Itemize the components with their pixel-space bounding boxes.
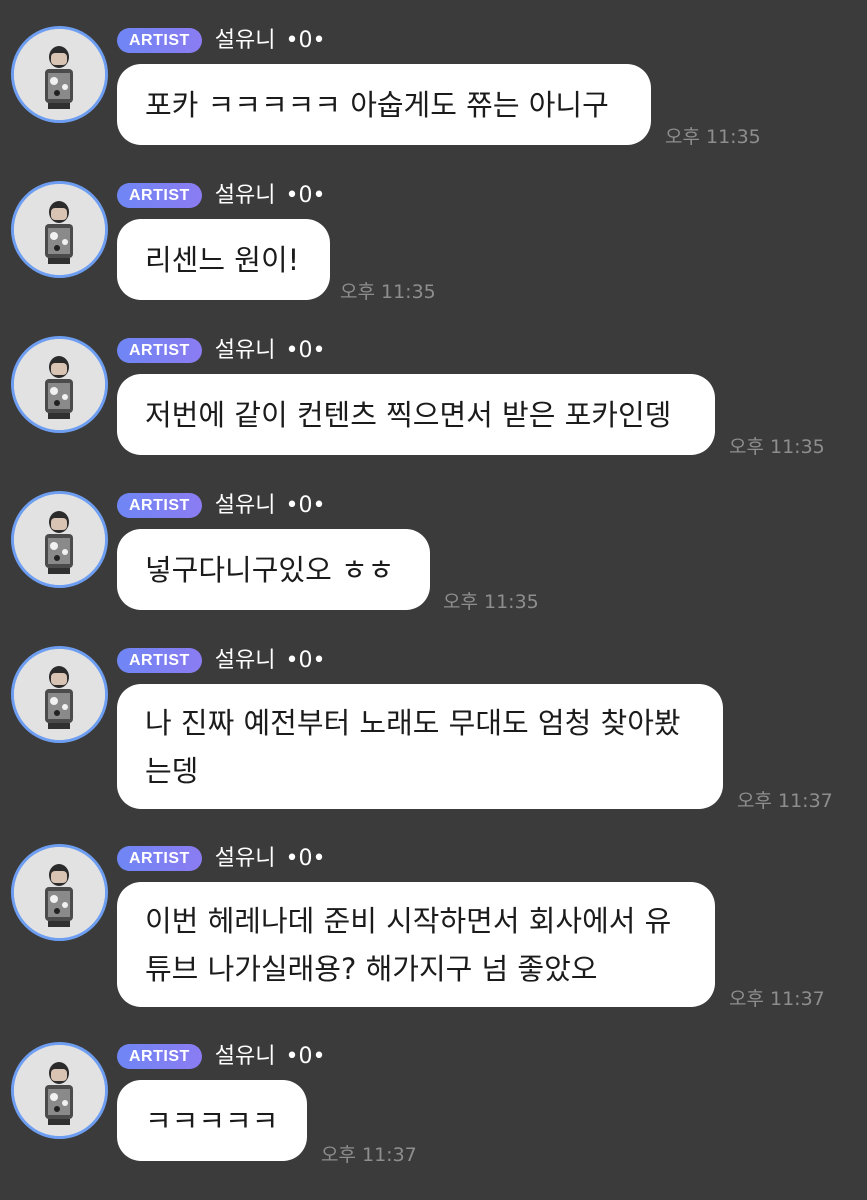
chat-message-list[interactable]: ARTIST 설유니 •0• 포카 ㅋㅋㅋㅋㅋ 아숩게도 쮸는 아니구 오후 1…	[0, 0, 867, 1200]
message-time: 오후 11:35	[729, 436, 825, 458]
message-bubble[interactable]: 나 진짜 예전부터 노래도 무대도 엄청 찾아봤 는뎅	[117, 684, 723, 809]
message-bubble[interactable]: ㅋㅋㅋㅋㅋ	[117, 1080, 307, 1161]
message-time: 오후 11:35	[665, 126, 761, 148]
artist-badge: ARTIST	[117, 338, 202, 363]
message-bubble[interactable]: 넣구다니구있오 ㅎㅎ	[117, 529, 430, 610]
sender-status: •0•	[285, 183, 326, 208]
sender-name[interactable]: 설유니	[215, 336, 276, 365]
message-text-line: 는뎅	[145, 753, 199, 788]
artist-badge: ARTIST	[117, 183, 202, 208]
sender-name[interactable]: 설유니	[215, 491, 276, 520]
sender-status: •0•	[285, 1044, 326, 1069]
message-text: 넣구다니구있오 ㅎㅎ	[145, 552, 395, 587]
message-time: 오후 11:37	[737, 790, 833, 812]
avatar-photo-icon	[14, 1045, 105, 1136]
message-bubble[interactable]: 리센느 원이!	[117, 219, 330, 300]
sender-status: •0•	[285, 846, 326, 871]
message-header: ARTIST 설유니 •0•	[117, 26, 325, 55]
avatar[interactable]	[11, 336, 108, 433]
sender-status: •0•	[285, 28, 326, 53]
message-header: ARTIST 설유니 •0•	[117, 646, 325, 675]
artist-badge: ARTIST	[117, 1044, 202, 1069]
artist-badge: ARTIST	[117, 846, 202, 871]
message-text: 포카 ㅋㅋㅋㅋㅋ 아숩게도 쮸는 아니구	[145, 87, 609, 122]
sender-name[interactable]: 설유니	[215, 26, 276, 55]
sender-status: •0•	[285, 338, 326, 363]
sender-name[interactable]: 설유니	[215, 646, 276, 675]
message-header: ARTIST 설유니 •0•	[117, 491, 325, 520]
message-header: ARTIST 설유니 •0•	[117, 181, 325, 210]
message-text: 리센느 원이!	[145, 242, 300, 277]
message-bubble[interactable]: 포카 ㅋㅋㅋㅋㅋ 아숩게도 쮸는 아니구	[117, 64, 651, 145]
avatar[interactable]	[11, 181, 108, 278]
avatar[interactable]	[11, 646, 108, 743]
sender-name[interactable]: 설유니	[215, 1042, 276, 1071]
message-text-line: 나 진짜 예전부터 노래도 무대도 엄청 찾아봤	[145, 705, 681, 740]
avatar[interactable]	[11, 491, 108, 588]
message-header: ARTIST 설유니 •0•	[117, 844, 325, 873]
message-header: ARTIST 설유니 •0•	[117, 1042, 325, 1071]
message-text: 저번에 같이 컨텐츠 찍으면서 받은 포카인뎅	[145, 397, 672, 432]
message-time: 오후 11:37	[321, 1144, 417, 1166]
avatar[interactable]	[11, 26, 108, 123]
message-header: ARTIST 설유니 •0•	[117, 336, 325, 365]
avatar-photo-icon	[14, 29, 105, 120]
avatar-photo-icon	[14, 494, 105, 585]
message-time: 오후 11:35	[340, 281, 436, 303]
message-text: ㅋㅋㅋㅋㅋ	[145, 1103, 279, 1138]
message-bubble[interactable]: 이번 헤레나데 준비 시작하면서 회사에서 유 튜브 나가실래용? 해가지구 넘…	[117, 882, 715, 1007]
avatar[interactable]	[11, 1042, 108, 1139]
artist-badge: ARTIST	[117, 648, 202, 673]
message-time: 오후 11:37	[729, 988, 825, 1010]
message-text-line: 튜브 나가실래용? 해가지구 넘 좋았오	[145, 951, 598, 986]
message-text-line: 이번 헤레나데 준비 시작하면서 회사에서 유	[145, 903, 672, 938]
artist-badge: ARTIST	[117, 493, 202, 518]
sender-name[interactable]: 설유니	[215, 181, 276, 210]
avatar-photo-icon	[14, 847, 105, 938]
avatar-photo-icon	[14, 184, 105, 275]
sender-name[interactable]: 설유니	[215, 844, 276, 873]
message-time: 오후 11:35	[443, 591, 539, 613]
avatar[interactable]	[11, 844, 108, 941]
sender-status: •0•	[285, 648, 326, 673]
avatar-photo-icon	[14, 339, 105, 430]
message-bubble[interactable]: 저번에 같이 컨텐츠 찍으면서 받은 포카인뎅	[117, 374, 715, 455]
avatar-photo-icon	[14, 649, 105, 740]
sender-status: •0•	[285, 493, 326, 518]
artist-badge: ARTIST	[117, 28, 202, 53]
